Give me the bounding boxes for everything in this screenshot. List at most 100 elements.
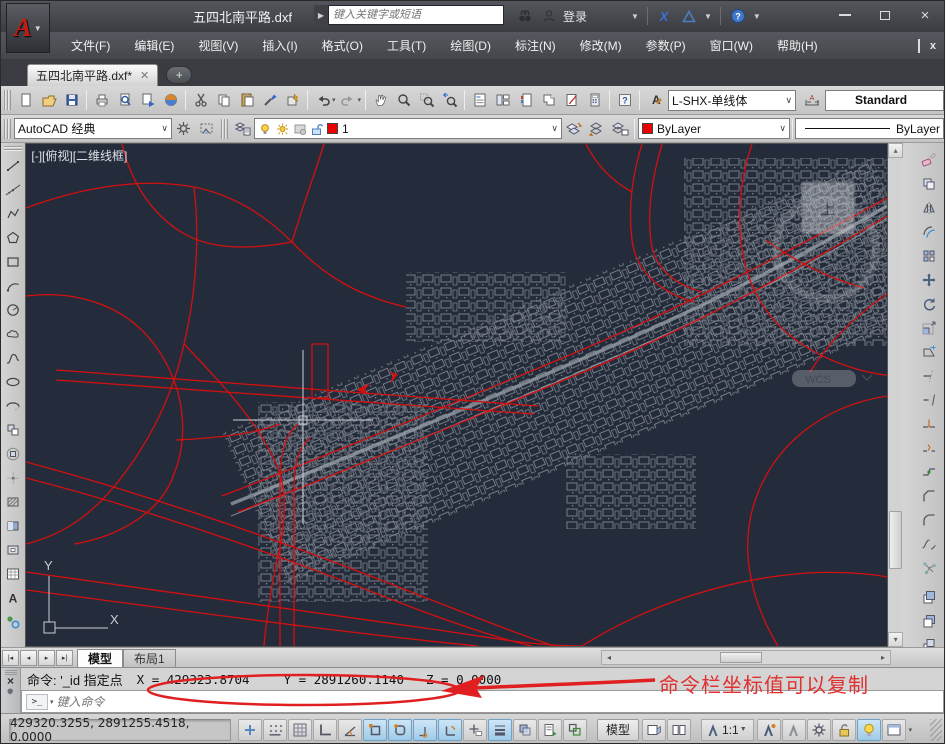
layer-manager-icon[interactable] [231, 117, 254, 140]
block-editor-icon[interactable] [281, 89, 304, 112]
command-window-titlebar[interactable]: × [1, 668, 21, 713]
menu-item-11[interactable]: 窗口(W) [698, 35, 765, 57]
sheetset-icon[interactable] [537, 89, 560, 112]
zoom-realtime-icon[interactable] [392, 89, 415, 112]
mtext-icon[interactable]: A [2, 586, 24, 610]
menu-item-9[interactable]: 修改(M) [568, 35, 634, 57]
construction-line-icon[interactable] [2, 178, 24, 202]
quick-view-layouts-icon[interactable] [642, 718, 667, 741]
transparency-toggle[interactable] [513, 718, 537, 741]
workspace-gear-icon[interactable] [806, 718, 831, 741]
scroll-down-icon[interactable]: ▾ [888, 632, 903, 647]
menu-item-6[interactable]: 工具(T) [375, 35, 438, 57]
toolbar-grip[interactable] [4, 90, 11, 110]
zoom-previous-icon[interactable] [438, 89, 461, 112]
layout-tab-1[interactable]: 模型 [77, 648, 124, 667]
erase-icon[interactable] [918, 148, 940, 172]
signin-label[interactable]: 登录 [563, 8, 587, 25]
pan-icon[interactable] [369, 89, 392, 112]
polar-tracking-toggle[interactable] [338, 718, 362, 741]
application-menu-button[interactable]: A ▼ [6, 3, 50, 53]
mirror-icon[interactable] [918, 196, 940, 220]
circle-icon[interactable] [2, 298, 24, 322]
first-tab-icon[interactable]: |◂ [2, 649, 19, 666]
resize-grip[interactable] [930, 718, 942, 741]
polygon-icon[interactable] [2, 226, 24, 250]
horizontal-scroll-thumb[interactable] [720, 652, 762, 663]
signin-user-icon[interactable] [537, 5, 561, 27]
vertical-scroll-thumb[interactable] [889, 511, 903, 569]
make-layer-current-icon[interactable] [562, 117, 585, 140]
insert-block-icon[interactable] [2, 418, 24, 442]
toolbar-grip[interactable] [4, 118, 11, 139]
status-menu-caret-icon[interactable]: ▾ [909, 726, 913, 734]
menu-item-12[interactable]: 帮助(H) [765, 35, 830, 57]
toolbar-grip[interactable] [4, 146, 23, 152]
plot-icon[interactable] [90, 89, 113, 112]
drawing-canvas[interactable]: [-][俯视][二维线框] Y X 上 WCS [25, 143, 889, 647]
rectangle-icon[interactable] [2, 250, 24, 274]
bring-above-icon[interactable] [918, 633, 940, 647]
tool-palettes-icon[interactable] [514, 89, 537, 112]
menu-item-8[interactable]: 标注(N) [503, 35, 568, 57]
menu-item-7[interactable]: 绘图(D) [438, 35, 503, 57]
matchprop-icon[interactable] [258, 89, 281, 112]
open-icon[interactable] [37, 89, 60, 112]
send-to-back-icon[interactable] [918, 609, 940, 633]
line-icon[interactable] [2, 154, 24, 178]
workspace-combo[interactable]: AutoCAD 经典 ∨ [14, 118, 172, 139]
dynamic-input-toggle[interactable] [463, 718, 487, 741]
horizontal-scrollbar[interactable]: ◂ ▸ [601, 650, 891, 665]
object-snap-toggle[interactable] [363, 718, 387, 741]
maximize-button[interactable] [872, 5, 898, 25]
ellipse-icon[interactable] [2, 370, 24, 394]
join-icon[interactable] [918, 460, 940, 484]
menu-item-1[interactable]: 文件(F) [59, 35, 122, 57]
designcenter-icon[interactable] [491, 89, 514, 112]
dim-style-combo[interactable]: Standard [825, 89, 944, 111]
workspace-save-icon[interactable] [195, 117, 218, 140]
menu-item-10[interactable]: 参数(P) [634, 35, 698, 57]
help-circle-icon[interactable]: ? [726, 5, 750, 27]
vertical-scrollbar[interactable]: ▴ ▾ [888, 143, 903, 647]
break-at-point-icon[interactable] [918, 412, 940, 436]
table-icon[interactable] [2, 562, 24, 586]
annotation-auto-icon[interactable] [781, 718, 806, 741]
publish-icon[interactable] [136, 89, 159, 112]
signin-caret-icon[interactable]: ▼ [631, 12, 639, 21]
toolbar-grip[interactable] [221, 118, 228, 139]
viewport-controls-label[interactable]: [-][俯视][二维线框] [31, 147, 127, 164]
zoom-window-icon[interactable] [415, 89, 438, 112]
command-recent-caret-icon[interactable]: ▾ [50, 698, 54, 706]
close-button[interactable]: × [912, 5, 938, 25]
arc-icon[interactable] [2, 274, 24, 298]
cut-icon[interactable] [189, 89, 212, 112]
workspace-settings-gear-icon[interactable] [172, 117, 195, 140]
region-icon[interactable] [2, 538, 24, 562]
lock-unlocked-icon[interactable] [831, 718, 856, 741]
offset-icon[interactable] [918, 220, 940, 244]
search-go-icon[interactable]: ▶ [314, 5, 328, 25]
tab-close-icon[interactable]: ✕ [140, 69, 149, 82]
last-tab-icon[interactable]: ▸| [56, 649, 73, 666]
infer-constraints-toggle[interactable] [238, 718, 262, 741]
break-icon[interactable] [918, 436, 940, 460]
properties-icon[interactable] [468, 89, 491, 112]
text-style-combo[interactable]: L-SHX-单线体 ∨ [668, 89, 797, 111]
menu-item-3[interactable]: 视图(V) [186, 35, 250, 57]
point-icon[interactable] [2, 466, 24, 490]
autodesk-exchange-icon[interactable]: X [653, 5, 677, 27]
command-prompt-icon[interactable]: >_ [26, 693, 48, 710]
array-icon[interactable] [918, 244, 940, 268]
annotation-scale-button[interactable]: 1:1 ▼ [701, 718, 754, 741]
markup-icon[interactable] [560, 89, 583, 112]
dynamic-ucs-toggle[interactable] [438, 718, 462, 741]
a360-caret-icon[interactable]: ▼ [704, 12, 712, 21]
scroll-up-icon[interactable]: ▴ [888, 143, 903, 158]
command-close-icon[interactable]: × [7, 675, 14, 688]
preview-icon[interactable] [113, 89, 136, 112]
object-snap-tracking-toggle[interactable] [413, 718, 437, 741]
help-caret-icon[interactable]: ▼ [753, 12, 761, 21]
copy-object-icon[interactable] [918, 172, 940, 196]
grid-display-toggle[interactable] [288, 718, 312, 741]
